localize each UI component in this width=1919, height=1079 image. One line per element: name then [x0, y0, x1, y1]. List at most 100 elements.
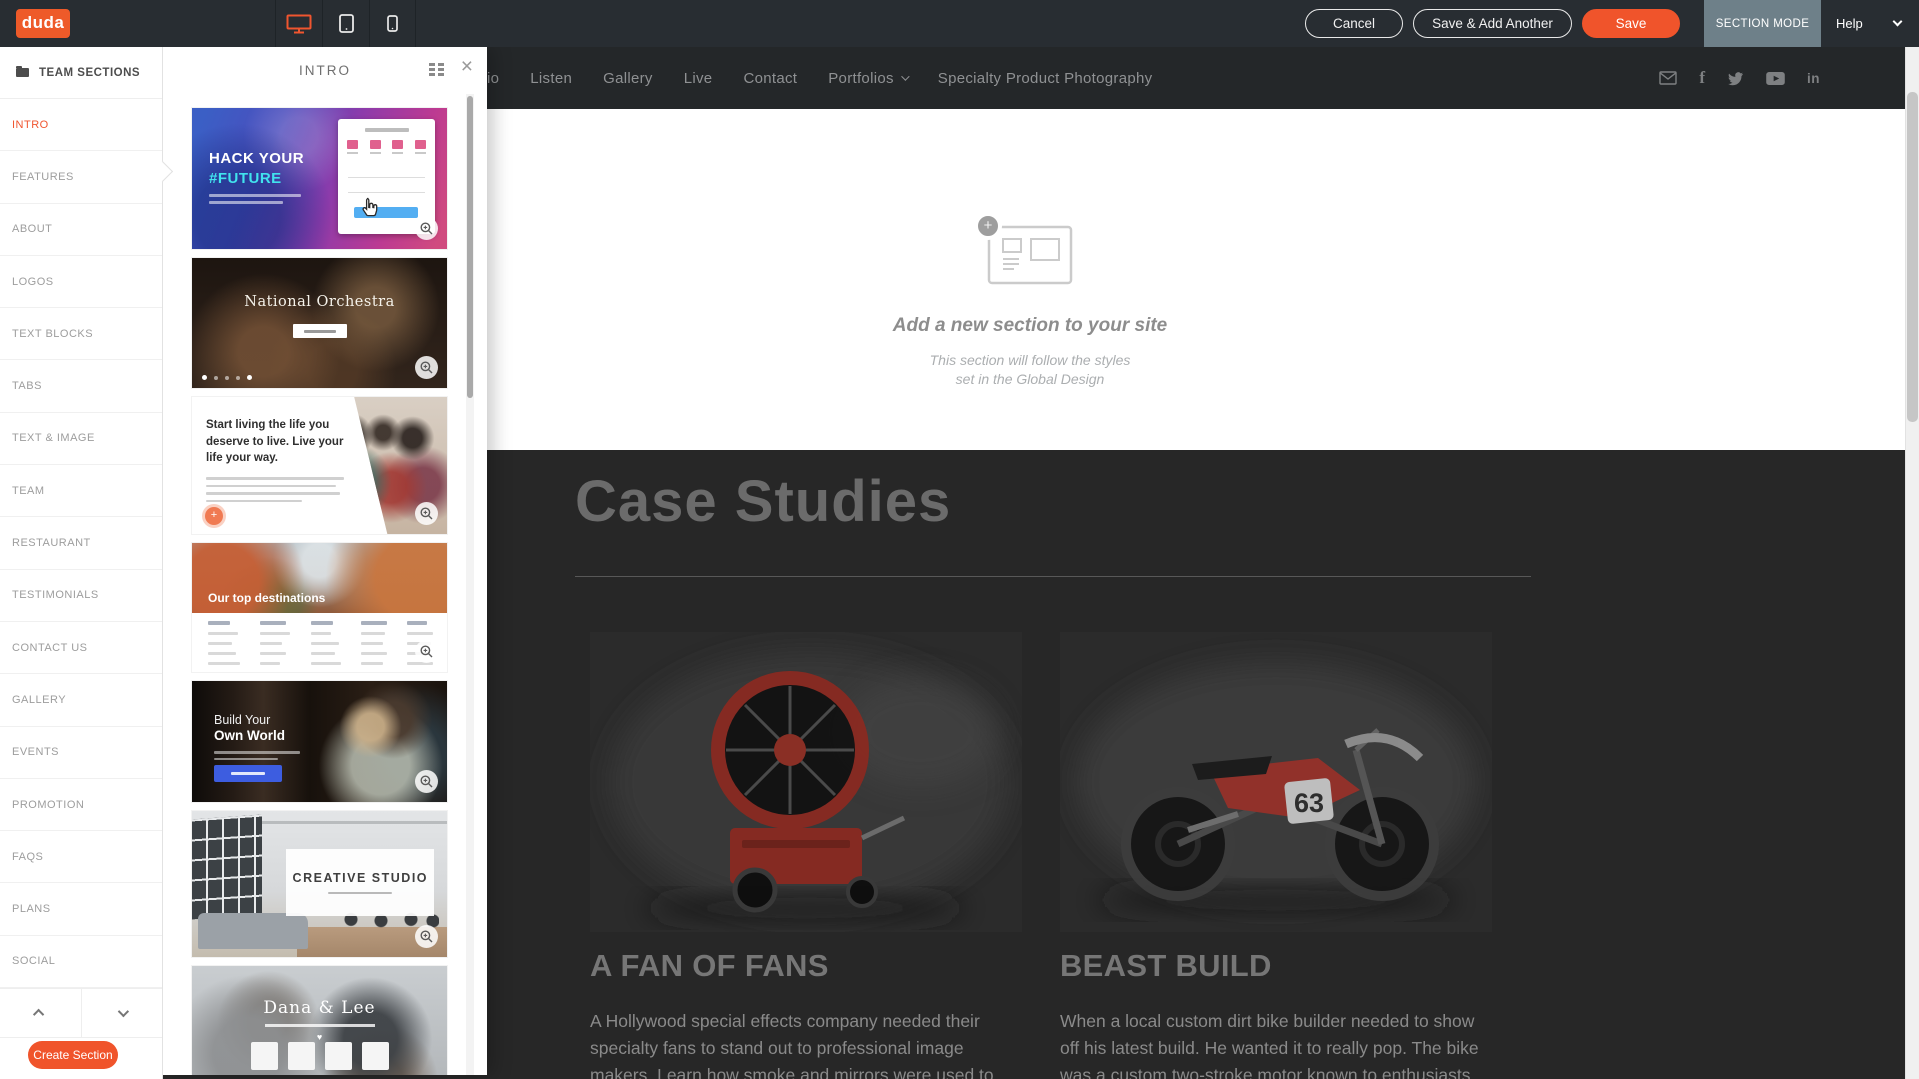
template-title: CREATIVE STUDIO — [293, 871, 428, 885]
zoom-preview-button[interactable] — [415, 925, 438, 948]
template-title: HACK YOUR — [209, 150, 304, 167]
close-panel-button[interactable]: × — [461, 56, 473, 77]
case-studies-heading: Case Studies — [575, 468, 951, 535]
desktop-view-button[interactable] — [275, 0, 322, 47]
mobile-view-button[interactable] — [369, 0, 416, 47]
nav-link-portfolios-label: Portfolios — [828, 70, 894, 87]
scroll-down-button[interactable] — [81, 989, 163, 1037]
nav-link-contact[interactable]: Contact — [743, 70, 797, 87]
magnifier-icon — [420, 775, 433, 788]
overlay-card: CREATIVE STUDIO — [286, 849, 434, 916]
sidebar-header-label: TEAM SECTIONS — [39, 67, 140, 79]
plus-badge: + — [205, 507, 223, 525]
nav-link-gallery[interactable]: Gallery — [603, 70, 653, 87]
sidebar-item-team[interactable]: TEAM — [0, 465, 162, 517]
save-add-another-button[interactable]: Save & Add Another — [1413, 9, 1572, 38]
tablet-view-button[interactable] — [322, 0, 369, 47]
nav-link-io[interactable]: io — [487, 70, 499, 87]
page-scrollbar[interactable] — [1905, 47, 1919, 1079]
text-line-placeholder — [265, 1024, 375, 1027]
text-lines-placeholder — [214, 751, 300, 760]
template-thumbnail-dana-and-lee[interactable]: Dana & Lee ♥ — [192, 966, 447, 1075]
save-button[interactable]: Save — [1582, 9, 1680, 38]
scroll-up-button[interactable] — [0, 989, 81, 1037]
page-scrollbar-thumb[interactable] — [1907, 92, 1918, 422]
intro-templates-panel: INTRO × HACK YOUR #FUTURE — [163, 47, 487, 1075]
topbar: duda Cancel — [0, 0, 1919, 47]
nav-link-portfolios[interactable]: Portfolios — [828, 70, 907, 87]
add-section-subtitle: This section will follow the styles set … — [820, 351, 1240, 389]
sidebar-item-restaurant[interactable]: RESTAURANT — [0, 517, 162, 569]
template-thumbnail-creative-studio[interactable]: CREATIVE STUDIO — [192, 811, 447, 957]
linkedin-icon[interactable]: in — [1807, 71, 1820, 86]
chevron-down-icon[interactable] — [1893, 17, 1903, 27]
chevron-down-icon — [118, 1006, 129, 1017]
add-section-title: Add a new section to your site — [820, 315, 1240, 337]
sidebar-item-about[interactable]: ABOUT — [0, 204, 162, 256]
sidebar-item-features[interactable]: FEATURES — [0, 151, 162, 203]
grid-icon — [429, 63, 445, 77]
facebook-icon[interactable]: f — [1699, 68, 1705, 88]
panel-scrollbar-thumb[interactable] — [467, 96, 473, 398]
sidebar-item-faqs[interactable]: FAQS — [0, 831, 162, 883]
case-study-card-fan: A FAN OF FANS A Hollywood special effect… — [590, 632, 1022, 1079]
add-section-icon: + — [987, 225, 1073, 285]
magnifier-icon — [420, 930, 433, 943]
sidebar-pager — [0, 988, 162, 1038]
create-section-button[interactable]: Create Section — [28, 1041, 118, 1069]
zoom-preview-button[interactable] — [415, 770, 438, 793]
magnifier-icon — [420, 361, 433, 374]
nav-link-listen[interactable]: Listen — [530, 70, 572, 87]
grid-view-button[interactable] — [429, 63, 445, 82]
desktop-icon — [286, 14, 312, 34]
zoom-preview-button[interactable] — [415, 640, 438, 663]
site-nav-links: io Listen Gallery Live Contact Portfolio… — [487, 47, 1152, 109]
zoom-preview-button[interactable] — [415, 217, 438, 240]
sidebar-item-tabs[interactable]: TABS — [0, 360, 162, 412]
add-section-content: + Add a new section to your site This se… — [820, 225, 1240, 389]
template-thumbnail-hack-your-future[interactable]: HACK YOUR #FUTURE — [192, 108, 447, 249]
panel-scrollbar[interactable] — [466, 94, 474, 1075]
sidebar-item-social[interactable]: SOCIAL — [0, 936, 162, 988]
template-title: Dana & Lee — [192, 998, 447, 1018]
case-card-title: A FAN OF FANS — [590, 948, 1022, 984]
plus-icon: + — [974, 212, 1002, 240]
zoom-preview-button[interactable] — [415, 356, 438, 379]
sidebar-item-events[interactable]: EVENTS — [0, 727, 162, 779]
youtube-icon[interactable] — [1766, 72, 1785, 85]
divider — [575, 576, 1531, 577]
template-title-accent: #FUTURE — [209, 170, 282, 187]
sidebar-item-plans[interactable]: PLANS — [0, 883, 162, 935]
template-button-placeholder — [293, 324, 347, 338]
nav-link-live[interactable]: Live — [684, 70, 713, 87]
email-icon[interactable] — [1659, 71, 1677, 85]
sidebar-item-contact-us[interactable]: CONTACT US — [0, 622, 162, 674]
sidebar-item-gallery[interactable]: GALLERY — [0, 674, 162, 726]
zoom-preview-button[interactable] — [415, 502, 438, 525]
countdown-boxes — [251, 1042, 389, 1070]
sidebar-item-promotion[interactable]: PROMOTION — [0, 779, 162, 831]
mobile-icon — [387, 15, 398, 32]
template-thumbnail-build-your-own-world[interactable]: Build Your Own World — [192, 681, 447, 802]
heart-icon: ♥ — [192, 1032, 447, 1042]
template-button-placeholder — [214, 765, 282, 782]
folder-icon — [16, 68, 29, 77]
help-menu[interactable]: Help — [1836, 0, 1863, 47]
template-thumbnail-top-destinations[interactable]: Our top destinations — [192, 543, 447, 672]
tablet-icon — [339, 14, 354, 33]
nav-link-specialty[interactable]: Specialty Product Photography — [938, 70, 1153, 87]
dirt-bike-image: 63 — [1060, 632, 1492, 932]
magnifier-icon — [420, 507, 433, 520]
sections-sidebar: TEAM SECTIONS INTRO FEATURES ABOUT LOGOS… — [0, 47, 163, 1079]
cancel-button[interactable]: Cancel — [1305, 9, 1403, 38]
twitter-icon[interactable] — [1727, 71, 1744, 86]
sidebar-item-text-image[interactable]: TEXT & IMAGE — [0, 413, 162, 465]
sidebar-item-intro[interactable]: INTRO — [0, 99, 162, 151]
sidebar-item-text-blocks[interactable]: TEXT BLOCKS — [0, 308, 162, 360]
template-thumbnail-national-orchestra[interactable]: National Orchestra — [192, 258, 447, 388]
sidebar-item-testimonials[interactable]: TESTIMONIALS — [0, 570, 162, 622]
template-thumbnail-start-living[interactable]: Start living the life you deserve to liv… — [192, 397, 447, 534]
sidebar-item-logos[interactable]: LOGOS — [0, 256, 162, 308]
template-title: National Orchestra — [192, 294, 447, 310]
links-table-placeholder — [208, 621, 433, 665]
